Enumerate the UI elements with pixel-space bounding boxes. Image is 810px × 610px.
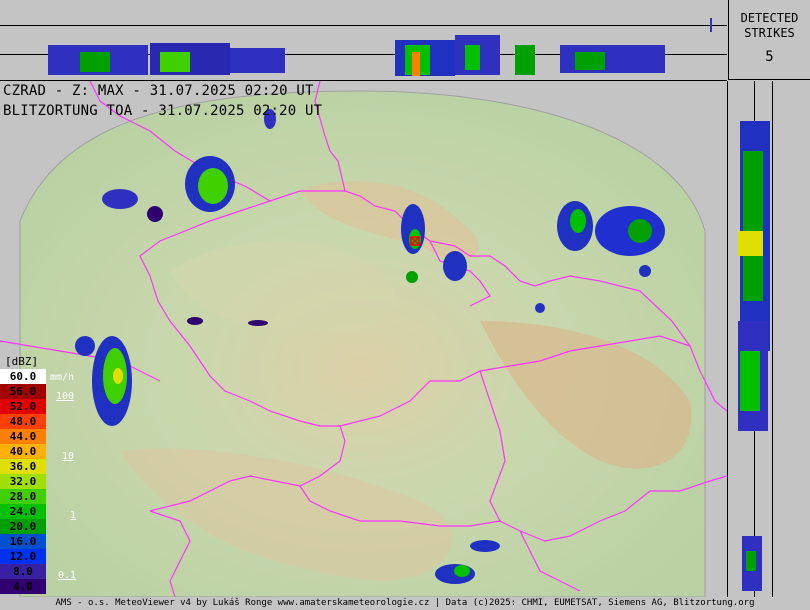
strikes-title-line1: DETECTED [740,11,799,25]
profile-echo [230,48,285,73]
rain-mark-100: 100 [56,391,75,402]
profile-echo [465,45,480,70]
right-profile-echoes [738,121,770,591]
profile-echo [740,351,760,411]
echo-cell [248,320,268,326]
strikes-count: 5 [765,49,774,65]
legend-level: 4.0 [0,579,46,594]
profile-echo [80,52,110,72]
profile-echo [160,52,190,72]
strikes-title-line2: STRIKES [744,26,795,40]
legend-level: 56.0 [0,384,46,399]
legend-level: 20.0 [0,519,46,534]
echo-cell [113,368,123,384]
profile-echo [746,551,756,571]
echo-cell [535,303,545,313]
legend-level: 52.0 [0,399,46,414]
legend-level: 40.0 [0,444,46,459]
legend-level: 36.0 [0,459,46,474]
echo-cell [435,564,475,584]
echo-cell [628,219,652,243]
echo-cell [147,206,163,222]
dbz-legend: [dBZ] 60.0 56.0 52.0 48.0 44.0 40.0 36.0 32.0 28… [0,355,48,594]
legend-level: 24.0 [0,504,46,519]
legend-level: 16.0 [0,534,46,549]
legend-level: 60.0 [0,369,46,384]
echo-cell [639,265,651,277]
legend-unit: [dBZ] [5,355,39,368]
rain-mark-10: 10 [62,451,75,462]
echo-cell [406,271,418,283]
right-profile-strip [728,81,810,597]
radar-map[interactable]: CZRAD - Z: MAX - 31.07.2025 02:20 UT BLI… [0,81,728,597]
legend-level: 48.0 [0,414,46,429]
legend-rows: 60.0 56.0 52.0 48.0 44.0 40.0 36.0 32.0 28.0 24.0… [0,369,48,594]
echo-cell [198,168,228,204]
legend-level: 12.0 [0,549,46,564]
lightning-header: BLITZORTUNG TOA - 31.07.2025 02:20 UT [3,103,323,119]
rain-mark-0-1: 0.1 [58,570,77,581]
footer-credits: AMS - o.s. MeteoViewer v4 by Lukáš Ronge… [0,597,810,610]
legend-level: 28.0 [0,489,46,504]
legend-level: 44.0 [0,429,46,444]
rain-mark-1: 1 [70,510,77,521]
echo-cell [102,189,138,209]
echo-cell [470,540,500,552]
echo-cell [570,209,586,233]
echo-cell [187,317,203,325]
product-header: CZRAD - Z: MAX - 31.07.2025 02:20 UT [3,83,314,99]
echo-cell [454,565,470,577]
profile-echo [710,18,712,32]
profile-echo [412,52,420,76]
profile-echo [743,151,763,301]
legend-level: 8.0 [0,564,46,579]
legend-mmh-label: mm/h [50,372,75,383]
legend-level: 32.0 [0,474,46,489]
map-canvas [0,81,727,597]
echo-cell [75,336,95,356]
profile-echo [575,52,605,70]
top-profile-echoes [48,18,712,76]
top-profile-strip [0,0,727,81]
echo-cell [443,251,467,281]
profile-echo [738,231,763,256]
profile-echo [515,45,535,75]
detected-strikes-box: DETECTED STRIKES 5 [728,0,810,80]
